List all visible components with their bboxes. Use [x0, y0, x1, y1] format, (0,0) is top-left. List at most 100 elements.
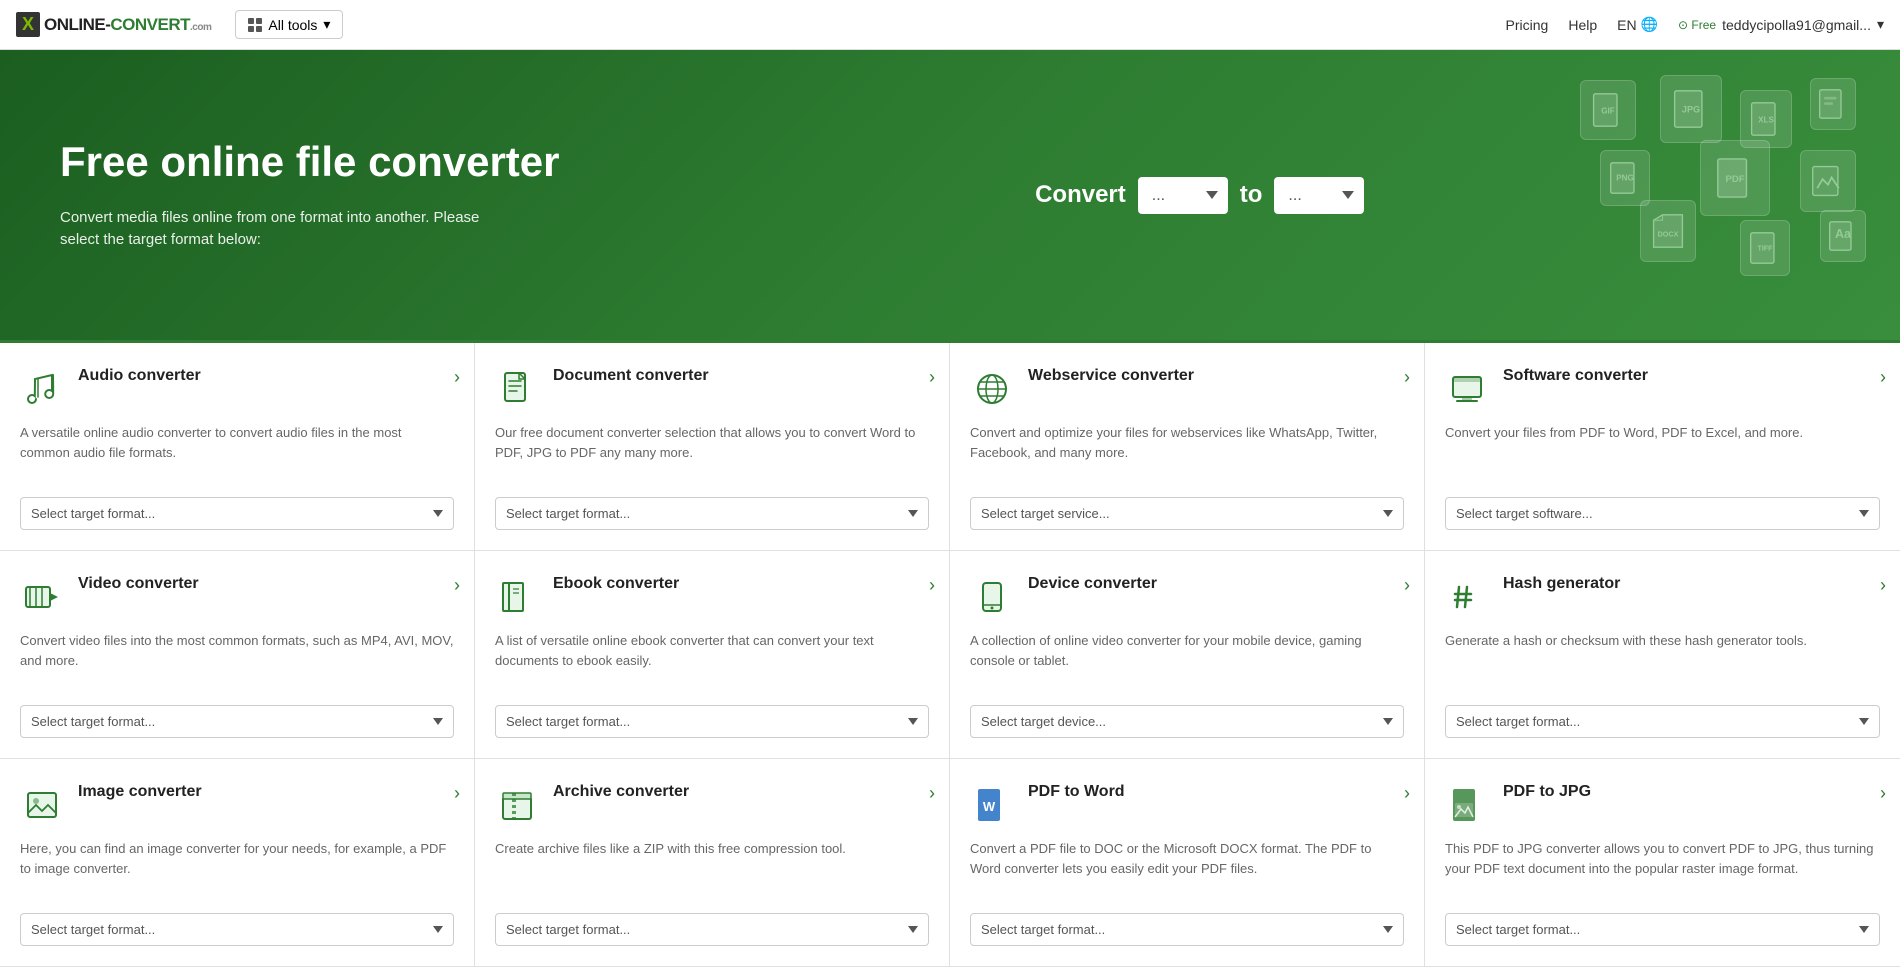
- grid-icon: [248, 18, 262, 32]
- svg-text:GIF: GIF: [1601, 107, 1615, 116]
- card-title: Software converter: [1503, 367, 1648, 385]
- card-desc: This PDF to JPG converter allows you to …: [1445, 839, 1880, 899]
- card-desc: Create archive files like a ZIP with thi…: [495, 839, 929, 899]
- svg-text:Aa: Aa: [1835, 227, 1851, 241]
- card-arrow-icon[interactable]: ›: [1880, 575, 1886, 596]
- card-select-video[interactable]: Select target format...: [20, 705, 454, 738]
- svg-text:TIFF: TIFF: [1757, 245, 1773, 253]
- card-icon-ebook: [495, 575, 539, 619]
- pricing-link[interactable]: Pricing: [1506, 17, 1549, 33]
- card-header: Image converter: [20, 783, 454, 827]
- card-select-device[interactable]: Select target device...: [970, 705, 1404, 738]
- globe-icon: 🌐: [1641, 16, 1658, 33]
- card-select-document[interactable]: Select target format...: [495, 497, 929, 530]
- card-title: Video converter: [78, 575, 199, 593]
- card-header: Archive converter: [495, 783, 929, 827]
- hero-icons: GIF JPG XLS PDF PNG DOCX TIFF Aa: [1540, 70, 1860, 320]
- svg-text:DOCX: DOCX: [1658, 229, 1679, 238]
- converter-grid: Audio converter › A versatile online aud…: [0, 340, 1900, 967]
- card-title: Ebook converter: [553, 575, 679, 593]
- card-title: Archive converter: [553, 783, 689, 801]
- card-icon-pdf-jpg: [1445, 783, 1489, 827]
- card-icon-audio: [20, 367, 64, 411]
- card-desc: Convert video files into the most common…: [20, 631, 454, 691]
- converter-card-software: Software converter › Convert your files …: [1425, 343, 1900, 551]
- converter-card-archive: Archive converter › Create archive files…: [475, 759, 950, 967]
- converter-card-video: Video converter › Convert video files in…: [0, 551, 475, 759]
- card-arrow-icon[interactable]: ›: [454, 575, 460, 596]
- card-icon-image: [20, 783, 64, 827]
- svg-text:PDF: PDF: [1725, 174, 1744, 185]
- language-selector[interactable]: EN 🌐: [1617, 16, 1658, 33]
- card-arrow-icon[interactable]: ›: [1404, 367, 1410, 388]
- hero-left: Free online file converter Convert media…: [60, 138, 560, 251]
- navbar-right: Pricing Help EN 🌐 ⊙ Free teddycipolla91@…: [1506, 16, 1884, 33]
- card-select-software[interactable]: Select target software...: [1445, 497, 1880, 530]
- card-arrow-icon[interactable]: ›: [1880, 367, 1886, 388]
- card-icon-video: [20, 575, 64, 619]
- converter-card-audio: Audio converter › A versatile online aud…: [0, 343, 475, 551]
- svg-text:XLS: XLS: [1758, 116, 1774, 125]
- help-link[interactable]: Help: [1568, 17, 1597, 33]
- card-desc: A versatile online audio converter to co…: [20, 423, 454, 483]
- card-select-image[interactable]: Select target format...: [20, 913, 454, 946]
- card-icon-document: [495, 367, 539, 411]
- card-select-pdf-jpg[interactable]: Select target format...: [1445, 913, 1880, 946]
- card-arrow-icon[interactable]: ›: [929, 575, 935, 596]
- logo[interactable]: X ONLINE-CONVERT.com: [16, 12, 211, 37]
- chevron-down-icon: ▾: [1877, 16, 1884, 33]
- hero-title: Free online file converter: [60, 138, 560, 186]
- converter-card-image: Image converter › Here, you can find an …: [0, 759, 475, 967]
- converter-card-device: Device converter › A collection of onlin…: [950, 551, 1425, 759]
- card-select-audio[interactable]: Select target format...: [20, 497, 454, 530]
- svg-text:W: W: [983, 799, 996, 814]
- card-icon-hash: [1445, 575, 1489, 619]
- card-desc: Convert a PDF file to DOC or the Microso…: [970, 839, 1404, 899]
- card-icon-device: [970, 575, 1014, 619]
- card-select-archive[interactable]: Select target format...: [495, 913, 929, 946]
- card-arrow-icon[interactable]: ›: [1404, 575, 1410, 596]
- converter-card-pdf-jpg: PDF to JPG › This PDF to JPG converter a…: [1425, 759, 1900, 967]
- card-arrow-icon[interactable]: ›: [1404, 783, 1410, 804]
- card-select-pdf-word[interactable]: Select target format...: [970, 913, 1404, 946]
- card-select-hash[interactable]: Select target format...: [1445, 705, 1880, 738]
- card-arrow-icon[interactable]: ›: [454, 367, 460, 388]
- card-title: Image converter: [78, 783, 202, 801]
- card-arrow-icon[interactable]: ›: [929, 367, 935, 388]
- convert-to-select[interactable]: ...: [1274, 177, 1364, 214]
- converter-card-ebook: Ebook converter › A list of versatile on…: [475, 551, 950, 759]
- card-header: Device converter: [970, 575, 1404, 619]
- svg-text:JPG: JPG: [1682, 105, 1700, 115]
- card-select-ebook[interactable]: Select target format...: [495, 705, 929, 738]
- card-arrow-icon[interactable]: ›: [929, 783, 935, 804]
- navbar: X ONLINE-CONVERT.com All tools ▾ Pricing…: [0, 0, 1900, 50]
- card-header: PDF to JPG: [1445, 783, 1880, 827]
- all-tools-button[interactable]: All tools ▾: [235, 10, 343, 39]
- card-title: Audio converter: [78, 367, 201, 385]
- user-menu[interactable]: ⊙ Free teddycipolla91@gmail... ▾: [1678, 16, 1884, 33]
- card-desc: Convert your files from PDF to Word, PDF…: [1445, 423, 1880, 483]
- card-title: PDF to Word: [1028, 783, 1125, 801]
- lang-label: EN: [1617, 17, 1636, 33]
- card-header: Ebook converter: [495, 575, 929, 619]
- hero-section: Free online file converter Convert media…: [0, 50, 1900, 340]
- card-desc: Our free document converter selection th…: [495, 423, 929, 483]
- chevron-down-icon: ▾: [323, 16, 330, 33]
- card-header: Video converter: [20, 575, 454, 619]
- card-icon-archive: [495, 783, 539, 827]
- convert-label: Convert: [1035, 181, 1126, 209]
- card-select-webservice[interactable]: Select target service...: [970, 497, 1404, 530]
- card-title: Document converter: [553, 367, 709, 385]
- card-header: W PDF to Word: [970, 783, 1404, 827]
- card-desc: A list of versatile online ebook convert…: [495, 631, 929, 691]
- card-title: Hash generator: [1503, 575, 1620, 593]
- card-desc: Here, you can find an image converter fo…: [20, 839, 454, 899]
- converter-card-hash: Hash generator › Generate a hash or chec…: [1425, 551, 1900, 759]
- card-arrow-icon[interactable]: ›: [454, 783, 460, 804]
- free-badge: ⊙ Free: [1678, 18, 1716, 32]
- convert-from-select[interactable]: ...: [1138, 177, 1228, 214]
- card-arrow-icon[interactable]: ›: [1880, 783, 1886, 804]
- card-title: PDF to JPG: [1503, 783, 1591, 801]
- card-title: Webservice converter: [1028, 367, 1194, 385]
- converter-card-webservice: Webservice converter › Convert and optim…: [950, 343, 1425, 551]
